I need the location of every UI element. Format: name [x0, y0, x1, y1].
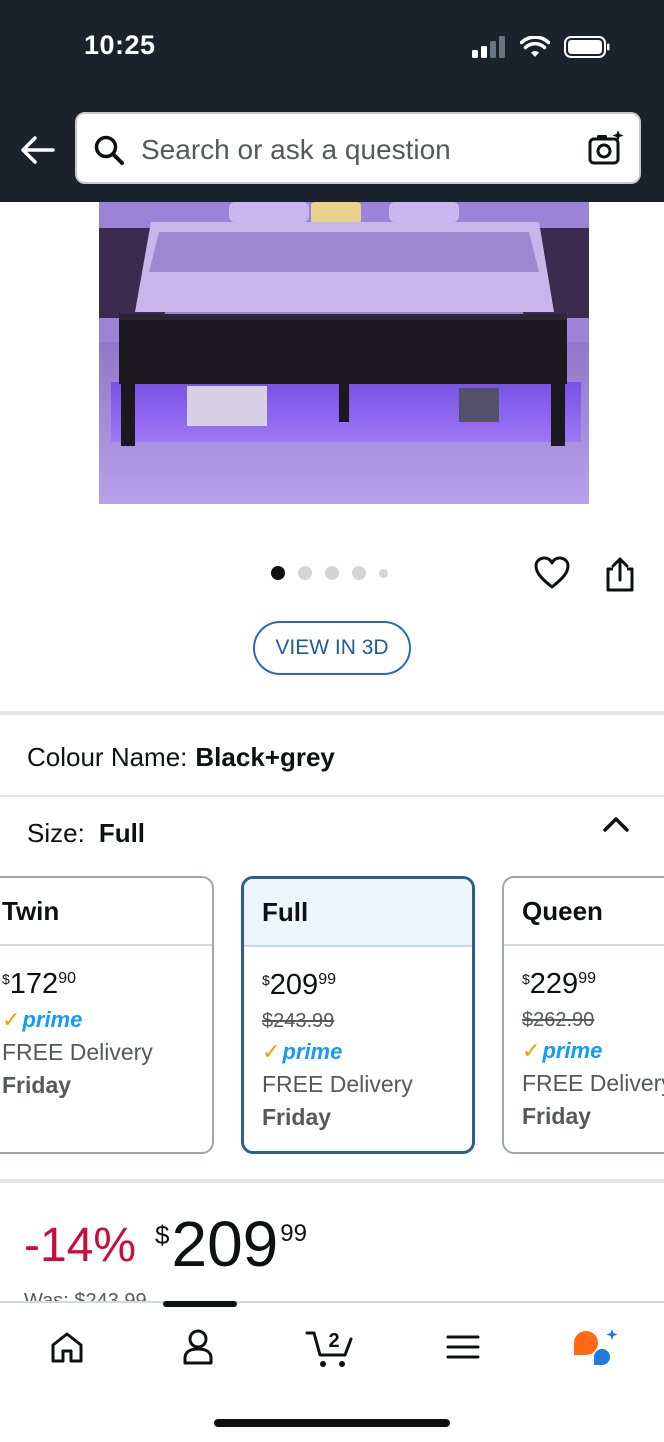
section-divider [0, 711, 664, 715]
heart-icon[interactable] [534, 556, 570, 590]
gallery-dot[interactable] [379, 568, 388, 578]
search-input[interactable] [139, 128, 583, 172]
back-arrow-icon [21, 136, 55, 164]
colour-label: Colour Name: [27, 742, 188, 772]
size-option-price: $172 90 [2, 968, 76, 1000]
size-option-full[interactable]: Full $209 99 $243.99 ✓prime FREE Delivery… [241, 876, 475, 1154]
prime-check-icon: ✓ [262, 1039, 281, 1064]
battery-icon [564, 36, 610, 58]
size-option-was-price: $262.90 [522, 1009, 595, 1031]
size-label: Size: [27, 818, 85, 848]
size-option-price: $209 99 [262, 969, 336, 1001]
prime-check-icon: ✓ [522, 1038, 541, 1063]
delivery-day: Friday [262, 1104, 332, 1130]
home-indicator[interactable] [214, 1419, 450, 1427]
gallery-pagination[interactable] [271, 566, 388, 580]
bottom-navigation: 2 [0, 1301, 664, 1442]
prime-badge: ✓prime [2, 1007, 83, 1032]
size-option-name: Twin [0, 878, 212, 946]
search-bar[interactable] [75, 112, 641, 184]
price-currency: $ [155, 1220, 170, 1250]
nav-active-indicator [163, 1301, 237, 1307]
top-bar: 10:25 [0, 0, 664, 202]
delivery-day: Friday [522, 1103, 592, 1129]
size-row[interactable]: Size: Full [27, 818, 145, 849]
cart-icon: 2 [305, 1330, 353, 1367]
gallery-dot[interactable] [325, 566, 339, 580]
share-icon[interactable] [604, 556, 636, 592]
size-option-price: $229 99 [522, 968, 596, 1000]
back-button[interactable] [18, 130, 58, 170]
current-price: $ 209 99 [155, 1212, 307, 1276]
delivery-text: FREE Delivery [262, 1071, 413, 1097]
home-icon [51, 1332, 83, 1363]
nav-rufus[interactable] [564, 1325, 624, 1369]
status-icons [472, 36, 610, 58]
nav-cart[interactable]: 2 [300, 1325, 360, 1369]
discount-percent: -14% [24, 1219, 137, 1272]
prime-badge: ✓prime [262, 1039, 343, 1064]
chevron-up-icon[interactable] [602, 814, 630, 834]
rufus-ai-icon [574, 1329, 618, 1365]
section-divider [0, 795, 664, 797]
size-option-name: Full [244, 879, 472, 947]
size-option-name: Queen [504, 878, 664, 946]
prime-check-icon: ✓ [2, 1007, 21, 1032]
bed-illustration [99, 202, 589, 504]
menu-icon [446, 1335, 480, 1359]
nav-menu[interactable] [433, 1325, 493, 1369]
delivery-day: Friday [2, 1072, 72, 1098]
size-option-twin[interactable]: Twin $172 90 ✓prime FREE Delivery Friday [0, 876, 214, 1154]
nav-home[interactable] [37, 1325, 97, 1369]
search-icon [94, 135, 124, 165]
cart-count: 2 [328, 1330, 339, 1352]
size-option-queen[interactable]: Queen $229 99 $262.90 ✓prime FREE Deliver… [502, 876, 664, 1154]
view-in-3d-button[interactable]: VIEW IN 3D [253, 621, 411, 675]
status-time: 10:25 [84, 30, 156, 60]
camera-lens-icon[interactable] [587, 130, 625, 168]
colour-value: Black+grey [195, 742, 335, 772]
signal-icon [472, 36, 505, 58]
account-icon [183, 1329, 213, 1365]
gallery-dot[interactable] [271, 566, 285, 580]
delivery-text: FREE Delivery [522, 1070, 664, 1096]
gallery-dot[interactable] [298, 566, 312, 580]
size-value: Full [98, 818, 146, 848]
colour-name-row: Colour Name: Black+grey [27, 742, 335, 773]
delivery-text: FREE Delivery [2, 1039, 153, 1065]
product-image[interactable] [99, 202, 589, 504]
size-option-was-price: $243.99 [262, 1010, 335, 1032]
prime-badge: ✓prime [522, 1038, 603, 1063]
gallery-dot[interactable] [352, 566, 366, 580]
section-divider [0, 1179, 664, 1183]
nav-account[interactable] [168, 1325, 228, 1369]
price-cents: 99 [280, 1220, 307, 1247]
wifi-icon [520, 36, 550, 57]
price-whole: 209 [171, 1208, 279, 1280]
